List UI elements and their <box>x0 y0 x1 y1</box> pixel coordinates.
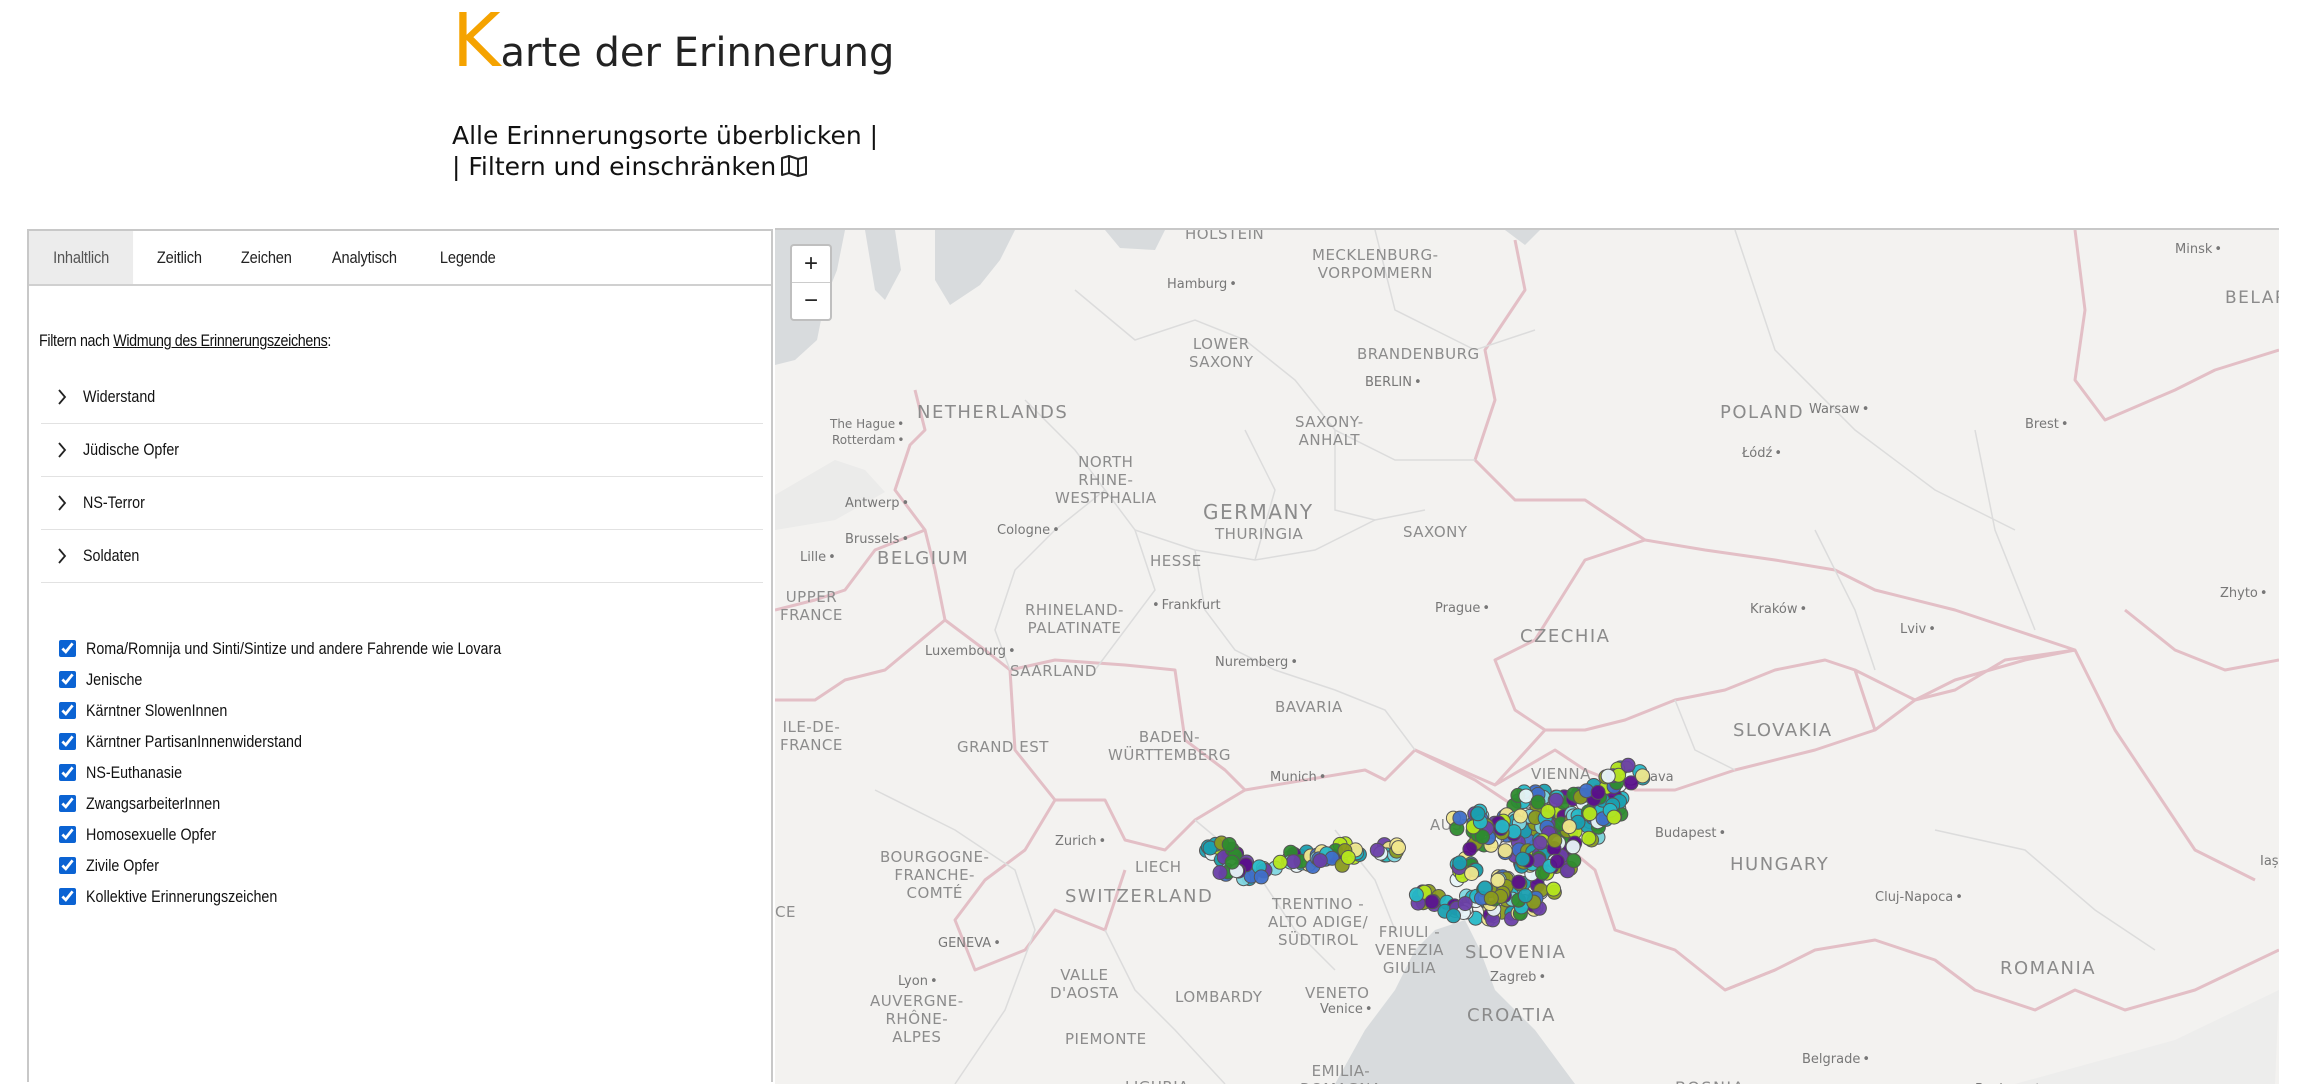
tab-analytisch[interactable]: Analytisch <box>313 231 416 284</box>
checkbox-ns-euthanasie[interactable]: NS-Euthanasie <box>59 757 580 788</box>
tab-legende[interactable]: Legende <box>421 231 515 284</box>
widmung-link[interactable]: Widmung des Erinnerungszeichens <box>113 331 328 350</box>
memorial-marker[interactable] <box>1606 809 1622 825</box>
tab-zeitlich[interactable]: Zeitlich <box>138 231 221 284</box>
checkbox-kaerntner-slowenen[interactable]: Kärntner SlowenInnen <box>59 695 580 726</box>
memorial-marker[interactable] <box>1457 896 1473 912</box>
subtitle-line-2: | Filtern und einschränken <box>452 151 878 185</box>
memorial-marker[interactable] <box>1424 894 1440 910</box>
chevron-right-icon <box>49 548 75 564</box>
checkbox-input[interactable] <box>59 795 76 812</box>
memorial-marker[interactable] <box>1515 851 1531 867</box>
memorial-marker[interactable] <box>1565 839 1581 855</box>
checkbox-input[interactable] <box>59 826 76 843</box>
zoom-in-button[interactable]: + <box>792 246 830 282</box>
checkbox-roma[interactable]: Roma/Romnija und Sinti/Sintize und ander… <box>59 633 580 664</box>
memorial-marker[interactable] <box>1462 841 1478 857</box>
memorial-marker[interactable] <box>1532 835 1548 851</box>
memorial-marker[interactable] <box>1340 850 1356 865</box>
checkbox-input[interactable] <box>59 702 76 719</box>
memorial-marker[interactable] <box>1582 806 1598 822</box>
page-title: Karte der Erinnerung <box>452 4 894 78</box>
memorial-marker[interactable] <box>1470 806 1486 822</box>
memorial-marker[interactable] <box>1221 837 1237 852</box>
memorial-marker[interactable] <box>1490 872 1506 888</box>
checkbox-input[interactable] <box>59 733 76 750</box>
group-widerstand[interactable]: Widerstand <box>41 371 763 424</box>
memorial-marker[interactable] <box>1497 843 1513 859</box>
filter-panel: Inhaltlich Zeitlich Zeichen Analytisch L… <box>27 229 773 1082</box>
memorial-marker[interactable] <box>1446 908 1461 924</box>
subtitle: Alle Erinnerungsorte überblicken | | Fil… <box>452 120 878 185</box>
checkbox-input[interactable] <box>59 857 76 874</box>
memorial-marker[interactable] <box>1369 842 1385 858</box>
checkbox-input[interactable] <box>59 671 76 688</box>
checkbox-zwangsarbeiter[interactable]: ZwangsarbeiterInnen <box>59 788 580 819</box>
memorial-marker[interactable] <box>1566 853 1582 869</box>
map-view[interactable]: HOLSTEIN MECKLENBURG- VORPOMMERN Hamburg … <box>775 228 2279 1084</box>
memorial-marker[interactable] <box>1547 833 1563 848</box>
subtitle-line-1: Alle Erinnerungsorte überblicken | <box>452 121 879 150</box>
tab-zeichen[interactable]: Zeichen <box>222 231 311 284</box>
group-juedische-opfer[interactable]: Jüdische Opfer <box>41 424 763 477</box>
memorial-marker[interactable] <box>1452 810 1468 826</box>
chevron-right-icon <box>49 495 75 511</box>
memorial-marker[interactable] <box>1561 819 1577 835</box>
memorial-marker[interactable] <box>1391 840 1406 856</box>
memorial-marker[interactable] <box>1513 808 1528 824</box>
memorial-marker[interactable] <box>1546 881 1562 897</box>
memorial-marker[interactable] <box>1590 784 1606 800</box>
memorial-marker[interactable] <box>1600 768 1616 784</box>
chevron-right-icon <box>49 442 75 458</box>
map-icon <box>780 154 808 185</box>
memorial-marker[interactable] <box>1272 854 1288 870</box>
title-initial: K <box>452 0 501 84</box>
memorial-marker[interactable] <box>1253 869 1269 885</box>
memorial-marker[interactable] <box>1511 874 1527 890</box>
memorial-marker[interactable] <box>1517 888 1533 904</box>
memorial-marker[interactable] <box>1494 819 1510 834</box>
memorial-marker[interactable] <box>1286 854 1301 870</box>
memorial-marker[interactable] <box>1540 804 1556 819</box>
tab-bar: Inhaltlich Zeitlich Zeichen Analytisch L… <box>29 231 771 286</box>
checkbox-input[interactable] <box>59 764 76 781</box>
memorial-marker[interactable] <box>1224 854 1240 870</box>
memorial-marker[interactable] <box>1620 757 1636 773</box>
chevron-right-icon <box>49 389 75 405</box>
checkbox-input[interactable] <box>59 640 76 657</box>
checkbox-zivile-opfer[interactable]: Zivile Opfer <box>59 850 580 881</box>
memorial-marker[interactable] <box>1312 853 1328 869</box>
checkbox-kollektive[interactable]: Kollektive Erinnerungszeichen <box>59 881 580 912</box>
memorial-marker[interactable] <box>1408 887 1424 903</box>
title-rest: arte der Erinnerung <box>500 30 895 76</box>
group-soldaten[interactable]: Soldaten <box>41 530 763 583</box>
memorial-marker[interactable] <box>1483 890 1499 906</box>
filter-label: Filtern nach Widmung des Erinnerungszeic… <box>39 331 332 350</box>
memorial-marker[interactable] <box>1549 854 1565 869</box>
checkbox-partisanen[interactable]: Kärntner PartisanInnenwiderstand <box>59 726 580 757</box>
checkbox-input[interactable] <box>59 888 76 905</box>
zoom-control: + − <box>790 244 832 321</box>
memorial-marker[interactable] <box>1452 855 1468 871</box>
zoom-out-button[interactable]: − <box>792 282 830 319</box>
memorial-marker[interactable] <box>1212 865 1228 880</box>
accordion-groups: Widerstand Jüdische Opfer NS-Terror Sold… <box>41 371 763 583</box>
tab-inhaltlich[interactable]: Inhaltlich <box>29 231 134 284</box>
memorial-marker[interactable] <box>1635 768 1650 784</box>
memorial-marker[interactable] <box>1581 830 1597 846</box>
marker-layer <box>1199 757 1651 928</box>
checkbox-list: Roma/Romnija und Sinti/Sintize und ander… <box>59 633 580 912</box>
checkbox-jenische[interactable]: Jenische <box>59 664 580 695</box>
group-ns-terror[interactable]: NS-Terror <box>41 477 763 530</box>
checkbox-homosexuelle[interactable]: Homosexuelle Opfer <box>59 819 580 850</box>
memorial-marker[interactable] <box>1464 866 1480 881</box>
